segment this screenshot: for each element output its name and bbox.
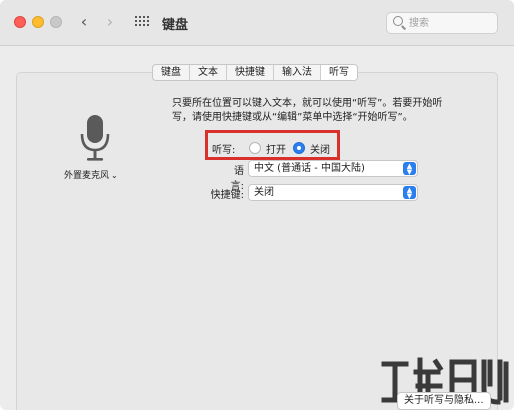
dictation-description: 只要所在位置可以键入文本，就可以使用“听写”。若要开始听写，请使用快捷键或从“编…: [172, 98, 443, 123]
language-select[interactable]: 中文 (普通话 - 中国大陆) ▲ ▼: [248, 160, 418, 177]
dictation-on-radio[interactable]: 打开: [249, 141, 286, 156]
minimize-window-button[interactable]: [32, 16, 44, 28]
language-value: 中文 (普通话 - 中国大陆): [254, 163, 365, 174]
microphone-icon: [80, 115, 110, 161]
search-input[interactable]: [409, 15, 493, 31]
search-field[interactable]: [386, 12, 498, 34]
radio-checked-icon: [293, 142, 305, 154]
shortcut-select[interactable]: 关闭 ▲ ▼: [248, 184, 418, 201]
forward-arrow-icon[interactable]: ›: [100, 12, 120, 32]
tab-text[interactable]: 文本: [190, 65, 227, 80]
title-bar: ‹ › 键盘: [0, 0, 514, 46]
tab-input-sources[interactable]: 输入法: [274, 65, 321, 80]
dictation-off-radio[interactable]: 关闭: [293, 141, 330, 156]
microphone-source-menu[interactable]: 外置麦克风 ⌄: [64, 168, 118, 181]
tab-shortcuts[interactable]: 快捷键: [227, 65, 274, 80]
tab-keyboard[interactable]: 键盘: [153, 65, 190, 80]
tab-dictation[interactable]: 听写: [321, 65, 357, 80]
system-preferences-window: ‹ › 键盘 键盘 文本 快捷键 输入法 听写 外置麦克风⌄ 只要所在位置可以键…: [0, 0, 514, 410]
show-all-grid-icon[interactable]: [135, 16, 149, 28]
zoom-window-button[interactable]: [50, 16, 62, 28]
back-arrow-icon[interactable]: ‹: [74, 12, 94, 32]
window-title: 键盘: [162, 18, 189, 33]
popup-stepper-icon: ▲ ▼: [403, 186, 416, 200]
popup-stepper-icon: ▲ ▼: [403, 162, 416, 176]
radio-unchecked-icon: [249, 142, 261, 154]
chevron-down-icon: ⌄: [111, 171, 118, 180]
close-window-button[interactable]: [14, 16, 26, 28]
dictation-off-label: 关闭: [310, 144, 330, 156]
search-icon: [393, 16, 403, 26]
shortcut-label: 快捷键:: [210, 190, 244, 201]
about-dictation-privacy-button[interactable]: 关于听写与隐私...: [397, 392, 491, 410]
tab-bar: 键盘 文本 快捷键 输入法 听写: [152, 64, 358, 81]
dictation-on-label: 打开: [266, 144, 286, 156]
microphone-source-label: 外置麦克风: [64, 171, 110, 181]
dictation-label: 听写:: [212, 145, 236, 156]
shortcut-value: 关闭: [254, 187, 274, 198]
